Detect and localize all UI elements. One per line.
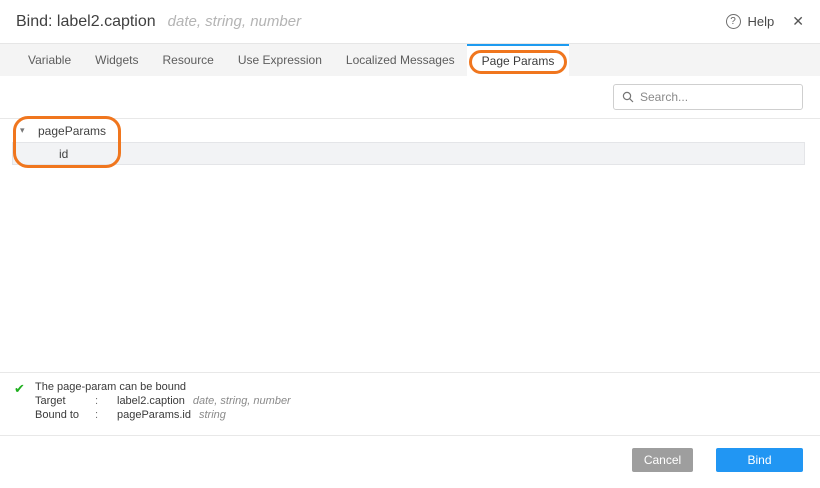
- status-message: The page-param can be bound: [35, 380, 291, 394]
- tree-node-pageparams[interactable]: ▾ pageParams: [0, 119, 820, 142]
- help-icon[interactable]: ?: [726, 14, 741, 29]
- footer-buttons: Cancel Bind: [632, 448, 803, 472]
- bound-to-type: string: [199, 409, 226, 421]
- status-text-column: The page-param can be bound Target:label…: [35, 380, 291, 422]
- tab-content: ▾ pageParams id: [0, 76, 820, 372]
- dialog-header: Bind: label2.caption date, string, numbe…: [0, 0, 820, 43]
- tree-node-label: pageParams: [38, 124, 106, 138]
- target-type: date, string, number: [193, 395, 291, 407]
- status-row-target: Target:label2.captiondate, string, numbe…: [35, 394, 291, 408]
- tab-use-expression[interactable]: Use Expression: [226, 44, 334, 76]
- search-input[interactable]: [640, 90, 795, 104]
- help-link[interactable]: Help: [748, 14, 775, 29]
- header-actions: ? Help ✕: [726, 13, 804, 30]
- tab-variable[interactable]: Variable: [16, 44, 83, 76]
- page-params-tree: ▾ pageParams id: [0, 119, 820, 165]
- dialog-footer: Cancel Bind: [0, 435, 820, 488]
- tree-node-label: id: [59, 147, 68, 161]
- dialog-title: Bind: label2.caption: [16, 13, 156, 31]
- tab-bar: Variable Widgets Resource Use Expression…: [0, 43, 820, 76]
- bind-dialog: Bind: label2.caption date, string, numbe…: [0, 0, 820, 488]
- dialog-subtitle: date, string, number: [168, 13, 301, 30]
- tab-localized-messages[interactable]: Localized Messages: [334, 44, 467, 76]
- bound-to-value: pageParams.id: [117, 409, 191, 421]
- status-row-bound-to: Bound to:pageParams.idstring: [35, 408, 291, 422]
- binding-status-panel: ✔ The page-param can be bound Target:lab…: [0, 372, 820, 435]
- search-box: [613, 84, 803, 110]
- search-icon: [622, 91, 634, 103]
- close-icon[interactable]: ✕: [792, 13, 804, 30]
- status-check-column: ✔: [14, 380, 35, 422]
- cancel-button[interactable]: Cancel: [632, 448, 693, 472]
- target-value: label2.caption: [117, 395, 185, 407]
- tab-resource[interactable]: Resource: [151, 44, 226, 76]
- tab-widgets[interactable]: Widgets: [83, 44, 150, 76]
- tab-page-params[interactable]: Page Params: [467, 44, 570, 76]
- tree-node-id[interactable]: id: [12, 142, 805, 165]
- bind-button[interactable]: Bind: [716, 448, 803, 472]
- check-icon: ✔: [14, 381, 25, 396]
- caret-down-icon[interactable]: ▾: [20, 125, 33, 136]
